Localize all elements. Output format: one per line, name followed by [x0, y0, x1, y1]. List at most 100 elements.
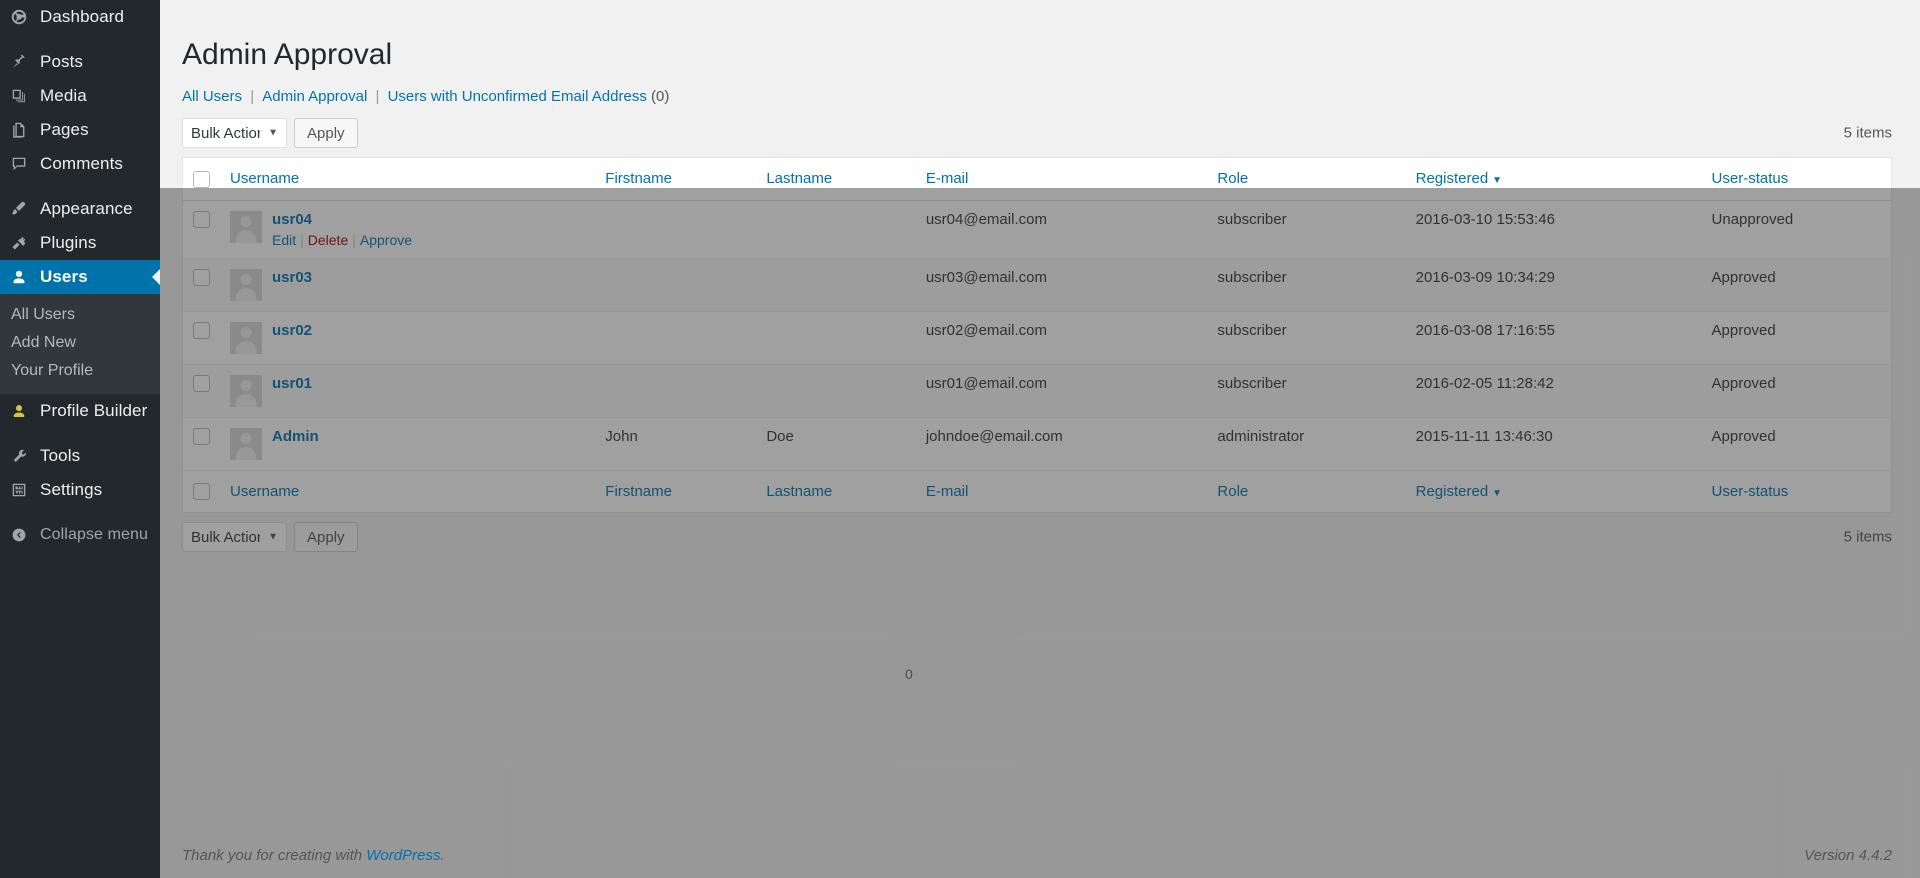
cell-user-status: Approved [1701, 311, 1892, 365]
sidebar-item-label: Tools [40, 446, 81, 465]
sort-link-lastname-top[interactable]: Lastname [766, 170, 832, 187]
view-link-admin-approval[interactable]: Admin Approval [262, 88, 367, 105]
collapse-icon [9, 525, 29, 545]
row-action-approve[interactable]: Approve [360, 232, 412, 248]
view-link-all-users[interactable]: All Users [182, 88, 242, 105]
collapse-menu-button[interactable]: Collapse menu [0, 518, 160, 552]
apply-button-bottom[interactable]: Apply [294, 522, 358, 553]
sidebar-item-tools[interactable]: Tools [0, 439, 160, 473]
apply-button-top[interactable]: Apply [294, 118, 358, 148]
username-link[interactable]: usr01 [272, 375, 312, 392]
sidebar-subitem-your-profile[interactable]: Your Profile [0, 357, 160, 385]
pin-icon [9, 52, 29, 72]
cell-username: usr03 [220, 258, 596, 312]
sort-link-user-status-bottom[interactable]: User-status [1712, 483, 1789, 500]
col-header-user-status-bottom: User-status [1701, 469, 1892, 513]
row-checkbox-usr04[interactable] [193, 211, 210, 229]
sort-link-firstname-top[interactable]: Firstname [605, 170, 672, 187]
select-all-checkbox-top[interactable] [193, 170, 210, 188]
sort-link-registered-top[interactable]: Registered [1416, 170, 1489, 187]
overlay-marker-text: 0 [905, 666, 913, 682]
sort-link-username-top[interactable]: Username [230, 170, 299, 187]
bulk-actions-select-top[interactable]: Bulk ActionsApproveUnapproveDelete [182, 118, 287, 148]
col-header-firstname-top: Firstname [595, 157, 757, 201]
cell-username: Admin [220, 417, 596, 471]
sidebar-item-comments[interactable]: Comments [0, 147, 160, 181]
current-menu-arrow-icon [152, 269, 160, 285]
cell-email: usr03@email.com [915, 258, 1208, 312]
username-link[interactable]: usr03 [272, 269, 312, 286]
sidebar-item-label: Posts [40, 52, 84, 71]
cell-username: usr04 Edit | Delete | Approve [220, 200, 596, 259]
sort-link-firstname-bottom[interactable]: Firstname [605, 483, 672, 500]
sidebar-item-users[interactable]: Users [0, 260, 160, 294]
sort-desc-icon-bottom: ▼ [1492, 487, 1503, 499]
col-header-lastname-top: Lastname [756, 157, 916, 201]
col-header-lastname-bottom: Lastname [756, 469, 916, 513]
sidebar-item-settings[interactable]: Settings [0, 473, 160, 507]
users-icon [9, 267, 29, 287]
table-row: usr01 usr01@email.com subscriber 2016-02-05… [182, 364, 1892, 418]
avatar [230, 268, 262, 301]
col-header-email-bottom: E-mail [915, 469, 1208, 513]
wordpress-link[interactable]: WordPress [366, 847, 440, 864]
cell-user-status: Unapproved [1701, 200, 1892, 259]
row-action-edit[interactable]: Edit [272, 232, 296, 248]
row-checkbox-usr03[interactable] [193, 269, 210, 287]
view-separator-1: | [250, 88, 255, 105]
username-link[interactable]: usr02 [272, 322, 312, 339]
admin-footer: Thank you for creating with WordPress. V… [160, 835, 1920, 878]
col-header-username-top: Username [220, 157, 596, 201]
col-header-email-top: E-mail [915, 157, 1208, 201]
table-row: Admin John Doe johndoe@email.com administrat… [182, 417, 1892, 471]
sidebar-item-label: Media [40, 86, 87, 105]
sort-link-role-bottom[interactable]: Role [1217, 483, 1248, 500]
select-all-checkbox-bottom[interactable] [193, 483, 210, 501]
cell-username: usr02 [220, 311, 596, 365]
avatar [230, 210, 262, 243]
cell-email: johndoe@email.com [915, 417, 1208, 471]
table-row: usr02 usr02@email.com subscriber 2016-03-08… [182, 311, 1892, 365]
sidebar-subitem-add-new[interactable]: Add New [0, 329, 160, 357]
sort-link-registered-bottom[interactable]: Registered [1416, 483, 1489, 500]
view-link-unconfirmed-email[interactable]: Users with Unconfirmed Email Address [388, 88, 647, 105]
sort-link-email-top[interactable]: E-mail [926, 170, 969, 187]
select-all-header-top [182, 157, 220, 201]
cell-email: usr02@email.com [915, 311, 1208, 365]
admin-main: Admin Approval All Users | Admin Approva… [160, 0, 1920, 878]
cell-registered: 2016-03-10 15:53:46 [1405, 200, 1702, 259]
sidebar-item-label: Dashboard [40, 7, 125, 26]
sort-link-lastname-bottom[interactable]: Lastname [766, 483, 832, 500]
row-select-cell [182, 200, 220, 259]
users-table-body: usr04 Edit | Delete | Approve usr04@email.com s… [182, 200, 1892, 471]
cell-firstname [595, 364, 757, 418]
username-link[interactable]: Admin [272, 428, 319, 445]
row-checkbox-usr02[interactable] [193, 322, 210, 340]
username-link[interactable]: usr04 [272, 211, 312, 228]
sidebar-item-dashboard[interactable]: Dashboard [0, 0, 160, 34]
sort-link-email-bottom[interactable]: E-mail [926, 483, 969, 500]
col-header-role-top: Role [1207, 157, 1406, 201]
sort-link-role-top[interactable]: Role [1217, 170, 1248, 187]
bulk-actions-top-wrap: Bulk ActionsApproveUnapproveDelete ▼ [182, 118, 287, 148]
sidebar-item-posts[interactable]: Posts [0, 45, 160, 79]
sidebar-item-appearance[interactable]: Appearance [0, 192, 160, 226]
sidebar-item-label: Settings [40, 480, 103, 499]
sort-link-username-bottom[interactable]: Username [230, 483, 299, 500]
cell-registered: 2015-11-11 13:46:30 [1405, 417, 1702, 471]
items-count-top: 5 items [1843, 124, 1892, 142]
sidebar-item-media[interactable]: Media [0, 79, 160, 113]
footer-thanks-prefix: Thank you for creating with [182, 847, 367, 864]
sort-link-user-status-top[interactable]: User-status [1712, 170, 1789, 187]
col-header-role-bottom: Role [1207, 469, 1406, 513]
col-header-registered-top: Registered ▼ [1405, 157, 1702, 201]
bulk-actions-select-bottom[interactable]: Bulk ActionsApproveUnapproveDelete [182, 522, 287, 553]
row-action-delete[interactable]: Delete [308, 232, 348, 248]
row-checkbox-Admin[interactable] [193, 428, 210, 446]
sidebar-item-profile-builder[interactable]: Profile Builder [0, 394, 160, 428]
table-footer-row: Username Firstname Lastname E-mail Role … [182, 469, 1892, 513]
sidebar-item-plugins[interactable]: Plugins [0, 226, 160, 260]
sidebar-subitem-all-users[interactable]: All Users [0, 301, 160, 329]
row-checkbox-usr01[interactable] [193, 375, 210, 393]
sidebar-item-pages[interactable]: Pages [0, 113, 160, 147]
